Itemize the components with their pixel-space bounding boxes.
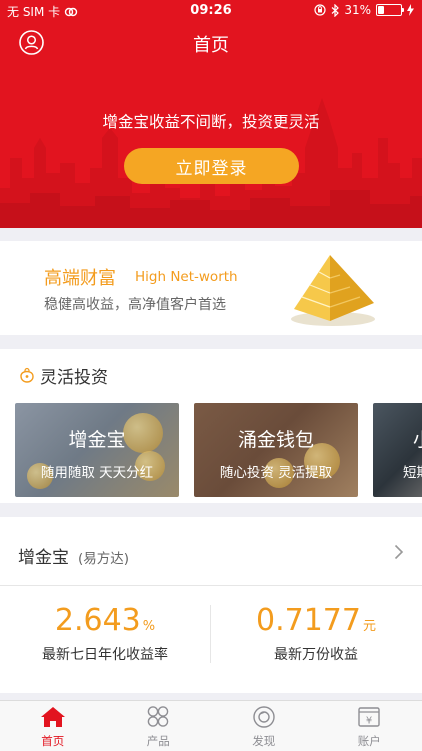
product-name: 增金宝	[18, 543, 69, 568]
metric-label: 最新七日年化收益率	[0, 644, 210, 664]
battery-fill	[378, 6, 384, 14]
fund-company: (易方达)	[78, 547, 129, 567]
piggy-hand-icon	[18, 367, 36, 385]
tab-bar: 首页 产品 发现 ¥ 账户	[0, 700, 422, 751]
flexible-invest-title: 灵活投资	[40, 363, 108, 388]
tab-label: 发现	[211, 733, 317, 749]
promo-title: 增金宝	[15, 425, 179, 452]
tab-home[interactable]: 首页	[0, 701, 106, 751]
metric-label: 最新万份收益	[211, 644, 421, 664]
hero-slogan: 增金宝收益不间断，投资更灵活	[0, 110, 422, 132]
metric-unit: %	[143, 619, 155, 634]
metric-value: 0.7177	[256, 603, 361, 638]
high-net-worth-card[interactable]: 高端财富 High Net-worth 稳健高收益，高净值客户首选	[0, 241, 422, 335]
home-icon	[40, 705, 66, 729]
promo-title: 小	[413, 425, 422, 452]
flexible-invest-header: 灵活投资	[18, 363, 108, 388]
hnw-title: 高端财富	[44, 264, 116, 290]
battery-icon	[376, 4, 402, 16]
account-icon: ¥	[356, 705, 382, 729]
metric-unit: 元	[363, 619, 376, 634]
promo-subtitle: 随用随取 天天分红	[15, 461, 179, 481]
seven-day-yield: 2.643% 最新七日年化收益率	[0, 603, 210, 664]
tab-discover[interactable]: 发现	[211, 701, 317, 751]
charging-bolt-icon	[407, 4, 414, 16]
gold-pyramid-icon	[288, 251, 378, 327]
promo-card-yongjin-wallet[interactable]: 涌金钱包 随心投资 灵活提取	[194, 403, 358, 497]
chevron-right-icon	[394, 544, 404, 560]
page-title: 首页	[0, 31, 422, 57]
tab-products[interactable]: 产品	[106, 701, 212, 751]
discover-icon	[251, 705, 277, 729]
hero-banner: 无 SIM 卡 09:26 31%	[0, 0, 422, 228]
login-button[interactable]: 立即登录	[124, 148, 299, 184]
promo-title: 涌金钱包	[194, 425, 358, 452]
bluetooth-icon	[331, 4, 339, 17]
promo-subtitle: 随心投资 灵活提取	[194, 461, 358, 481]
hnw-subtitle: 稳健高收益，高净值客户首选	[44, 294, 226, 314]
promo-subtitle: 短期	[403, 461, 422, 481]
orientation-lock-icon	[314, 4, 326, 16]
grid-icon	[145, 705, 171, 729]
tab-account[interactable]: ¥ 账户	[317, 701, 422, 751]
metric-value: 2.643	[55, 603, 141, 638]
zengjinbao-header[interactable]: 增金宝 (易方达)	[0, 517, 422, 586]
status-bar: 无 SIM 卡 09:26 31%	[0, 0, 422, 22]
tab-label: 首页	[0, 733, 106, 749]
promo-card-partial[interactable]: 小 短期	[373, 403, 422, 497]
tab-label: 产品	[106, 733, 212, 749]
hnw-title-en: High Net-worth	[135, 269, 238, 285]
svg-text:¥: ¥	[366, 716, 372, 727]
battery-percent: 31%	[344, 3, 371, 17]
promo-card-zengjinbao[interactable]: 增金宝 随用随取 天天分红	[15, 403, 179, 497]
per-ten-thousand-income: 0.7177元 最新万份收益	[211, 603, 421, 664]
tab-label: 账户	[317, 733, 422, 749]
zengjinbao-section: 增金宝 (易方达) 2.643% 最新七日年化收益率 0.7177元 最新万份收…	[0, 517, 422, 693]
flexible-invest-section: 灵活投资 增金宝 随用随取 天天分红 涌金钱包 随心投资 灵活提取 小 短期	[0, 349, 422, 503]
